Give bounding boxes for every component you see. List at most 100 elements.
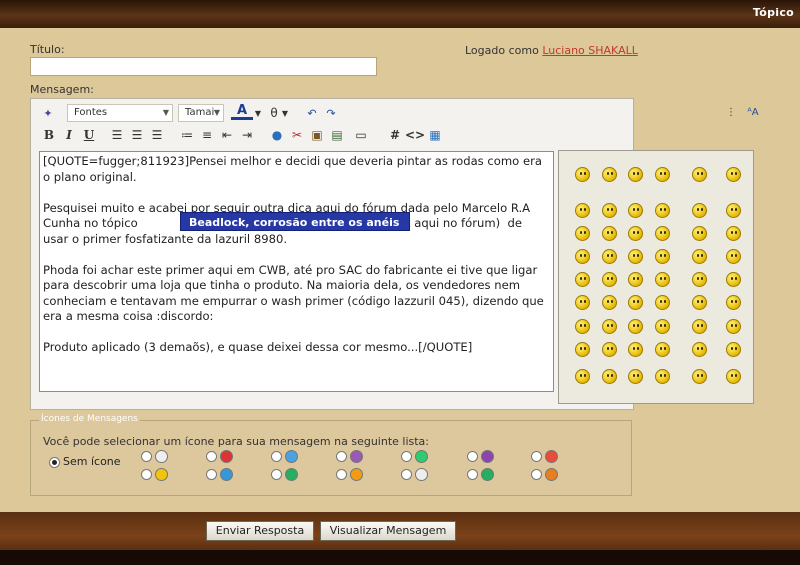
quote-icon[interactable]: ▭ [353, 126, 369, 144]
smiley-icon[interactable] [692, 295, 707, 310]
smiley-icon[interactable] [655, 369, 670, 384]
message-icon-radio[interactable] [206, 469, 217, 480]
smiley-icon[interactable] [726, 295, 741, 310]
smiley-icon[interactable] [726, 203, 741, 218]
chevron-down-icon[interactable]: ▼ [281, 104, 289, 122]
text-color-icon[interactable]: A [231, 103, 253, 120]
wand-icon[interactable]: ✦ [39, 104, 57, 122]
highlight-icon[interactable]: θ [267, 104, 281, 122]
message-icon-radio[interactable] [401, 469, 412, 480]
smiley-icon[interactable] [602, 203, 617, 218]
smiley-icon[interactable] [575, 249, 590, 264]
smiley-icon[interactable] [575, 167, 590, 182]
smiley-icon[interactable] [692, 249, 707, 264]
link-icon[interactable]: ● [269, 126, 285, 144]
align-left-icon[interactable]: ☰ [109, 126, 125, 144]
bold-icon[interactable]: B [41, 126, 57, 144]
smiley-icon[interactable] [726, 226, 741, 241]
smiley-icon[interactable] [628, 203, 643, 218]
smiley-icon[interactable] [575, 319, 590, 334]
smiley-icon[interactable] [726, 342, 741, 357]
smiley-icon[interactable] [655, 342, 670, 357]
smiley-icon[interactable] [628, 226, 643, 241]
size-dropdown[interactable]: Tamai ▼ [178, 104, 224, 122]
smiley-icon[interactable] [628, 319, 643, 334]
message-icon-radio[interactable] [271, 451, 282, 462]
smiley-icon[interactable] [602, 226, 617, 241]
smiley-icon[interactable] [602, 249, 617, 264]
photo-icon[interactable]: ▤ [329, 126, 345, 144]
align-center-icon[interactable]: ☰ [129, 126, 145, 144]
image-icon[interactable]: ▣ [309, 126, 325, 144]
redo-icon[interactable]: ↷ [323, 104, 339, 122]
smiley-icon[interactable] [655, 272, 670, 287]
indent-icon[interactable]: ⇥ [239, 126, 255, 144]
smiley-icon[interactable] [726, 167, 741, 182]
smiley-icon[interactable] [692, 319, 707, 334]
smiley-icon[interactable] [726, 369, 741, 384]
smiley-icon[interactable] [628, 167, 643, 182]
message-icon-radio[interactable] [531, 469, 542, 480]
message-icon-radio[interactable] [336, 451, 347, 462]
smiley-icon[interactable] [575, 295, 590, 310]
smiley-icon[interactable] [602, 319, 617, 334]
smiley-icon[interactable] [628, 369, 643, 384]
smiley-icon[interactable] [692, 226, 707, 241]
message-icon-radio[interactable] [401, 451, 412, 462]
ordered-list-icon[interactable]: ≔ [179, 126, 195, 144]
outdent-icon[interactable]: ⇤ [219, 126, 235, 144]
unlink-icon[interactable]: ✂ [289, 126, 305, 144]
smiley-icon[interactable] [655, 167, 670, 182]
undo-icon[interactable]: ↶ [304, 104, 320, 122]
message-icon-radio[interactable] [141, 469, 152, 480]
smiley-icon[interactable] [692, 167, 707, 182]
smiley-icon[interactable] [726, 249, 741, 264]
smiley-icon[interactable] [655, 249, 670, 264]
text-direction-icon[interactable]: ᴬA [743, 103, 763, 121]
chevron-down-icon[interactable]: ▼ [254, 104, 262, 122]
smiley-icon[interactable] [628, 272, 643, 287]
smiley-icon[interactable] [602, 272, 617, 287]
message-textarea[interactable]: [QUOTE=fugger;811923]Pensei melhor e dec… [39, 151, 554, 392]
smiley-icon[interactable] [575, 203, 590, 218]
italic-icon[interactable]: I [61, 126, 77, 144]
message-icon-radio[interactable] [206, 451, 217, 462]
smiley-icon[interactable] [692, 272, 707, 287]
smiley-icon[interactable] [628, 295, 643, 310]
no-icon-radio[interactable] [49, 457, 60, 468]
align-right-icon[interactable]: ☰ [149, 126, 165, 144]
smiley-icon[interactable] [726, 272, 741, 287]
smiley-icon[interactable] [575, 226, 590, 241]
smiley-icon[interactable] [692, 203, 707, 218]
smiley-icon[interactable] [575, 342, 590, 357]
underline-icon[interactable]: U [81, 126, 97, 144]
unordered-list-icon[interactable]: ≡ [199, 126, 215, 144]
smiley-icon[interactable] [726, 319, 741, 334]
smiley-icon[interactable] [602, 295, 617, 310]
code-block-icon[interactable]: ▦ [427, 126, 443, 144]
smiley-icon[interactable] [655, 226, 670, 241]
smiley-icon[interactable] [692, 342, 707, 357]
smiley-icon[interactable] [628, 249, 643, 264]
preview-message-button[interactable]: Visualizar Mensagem [320, 521, 456, 541]
smiley-icon[interactable] [575, 272, 590, 287]
smiley-icon[interactable] [602, 369, 617, 384]
message-icon-radio[interactable] [467, 469, 478, 480]
message-icon-radio[interactable] [271, 469, 282, 480]
message-icon-radio[interactable] [336, 469, 347, 480]
message-icon-radio[interactable] [141, 451, 152, 462]
logged-user-link[interactable]: Luciano SHAKALL [542, 44, 638, 57]
message-icon-radio[interactable] [467, 451, 478, 462]
more-options-icon[interactable]: ⋮ [725, 103, 737, 121]
hash-icon[interactable]: # [387, 126, 403, 144]
code-icon[interactable]: <> [405, 126, 425, 144]
smiley-icon[interactable] [575, 369, 590, 384]
smiley-icon[interactable] [655, 295, 670, 310]
message-icon-radio[interactable] [531, 451, 542, 462]
smiley-icon[interactable] [628, 342, 643, 357]
smiley-icon[interactable] [655, 203, 670, 218]
title-input[interactable] [30, 57, 377, 76]
smiley-icon[interactable] [602, 167, 617, 182]
submit-reply-button[interactable]: Enviar Resposta [206, 521, 314, 541]
smiley-icon[interactable] [602, 342, 617, 357]
